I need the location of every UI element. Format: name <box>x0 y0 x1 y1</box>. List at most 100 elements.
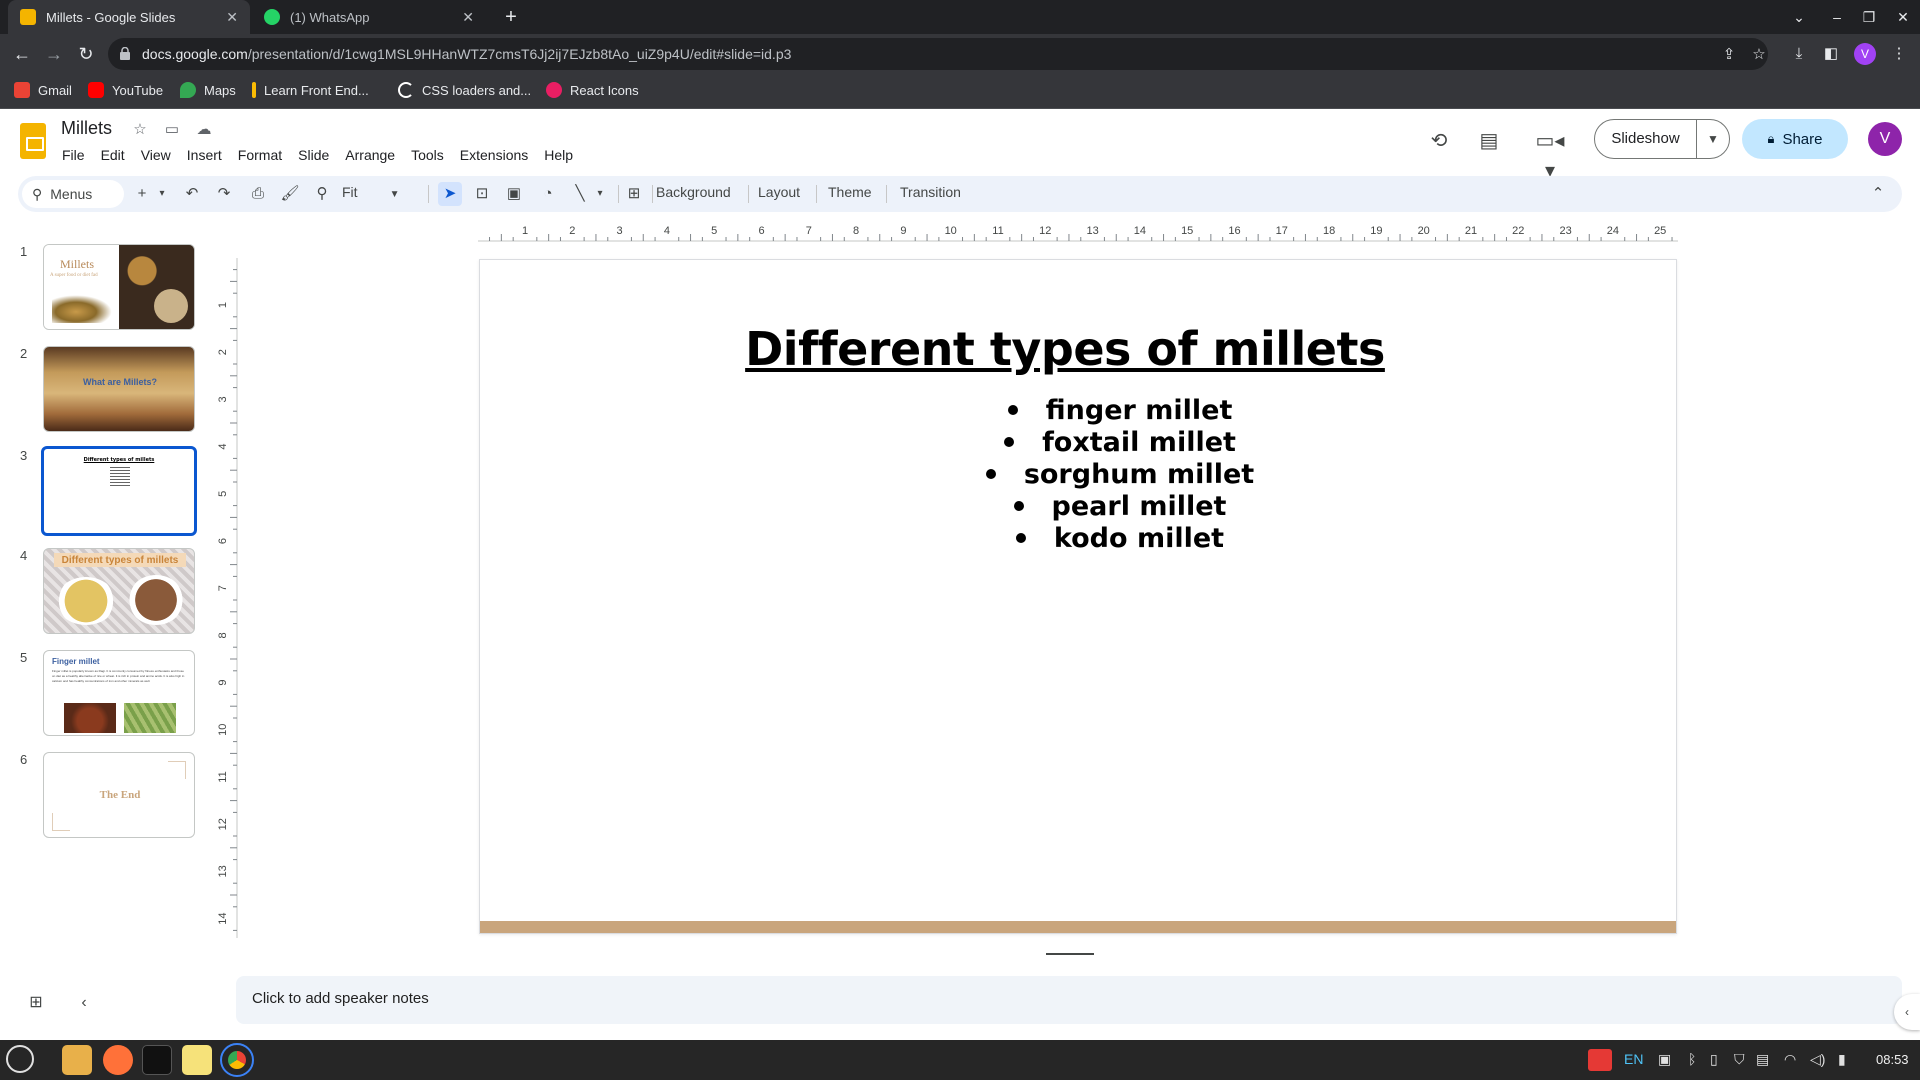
minimize-window-button[interactable]: – <box>1820 0 1854 34</box>
slide-title[interactable]: Different types of millets <box>480 322 1650 376</box>
terminal-icon[interactable] <box>142 1045 172 1075</box>
tab-whatsapp[interactable]: (1) WhatsApp ✕ <box>252 0 486 34</box>
bookmark-react-icons[interactable]: React Icons <box>546 82 639 98</box>
battery-icon[interactable]: ▮ <box>1838 1051 1846 1068</box>
insert-image-icon[interactable]: ▣ <box>502 182 526 206</box>
document-title[interactable]: Millets <box>61 118 112 139</box>
chrome-icon[interactable] <box>220 1043 254 1077</box>
horizontal-ruler[interactable]: 1 2 3 4 5 6 7 8 9 10 11 12 13 14 15 16 17 18 19 20 21 22 23 24 2… <box>478 222 1678 242</box>
slide-thumbnail-4[interactable]: Different types of millets <box>43 548 195 634</box>
menu-help[interactable]: Help <box>536 145 581 165</box>
redo-icon[interactable]: ↷ <box>212 182 236 206</box>
tab-search-chevron-icon[interactable]: ⌄ <box>1782 0 1816 34</box>
zoom-icon[interactable]: ⚲ <box>310 182 334 206</box>
wifi-icon[interactable]: ◠ <box>1784 1051 1796 1068</box>
clipboard-icon[interactable]: ▯ <box>1710 1051 1718 1068</box>
new-slide-dropdown-icon[interactable]: ▾ <box>150 182 174 206</box>
vertical-ruler[interactable]: 1234567891011121314 <box>218 258 238 938</box>
shield-icon[interactable]: ⛉ <box>1734 1051 1745 1068</box>
share-page-icon[interactable]: ⇪ <box>1720 46 1738 64</box>
bookmark-star-icon[interactable]: ☆ <box>1750 46 1768 64</box>
menu-edit[interactable]: Edit <box>93 145 133 165</box>
background-button[interactable]: Background <box>656 184 731 200</box>
theme-button[interactable]: Theme <box>828 184 872 200</box>
forward-button[interactable]: → <box>40 40 68 68</box>
collapse-filmstrip-icon[interactable]: ‹ <box>74 993 94 1013</box>
bluetooth-icon[interactable]: ᛒ <box>1688 1051 1696 1067</box>
tab-google-slides[interactable]: Millets - Google Slides ✕ <box>8 0 250 34</box>
share-button[interactable]: 🔒︎ Share <box>1742 119 1848 159</box>
comments-icon[interactable]: ▤ <box>1474 126 1504 156</box>
account-avatar[interactable]: V <box>1868 122 1902 156</box>
line-dropdown-icon[interactable]: ▾ <box>588 182 612 206</box>
paint-format-icon[interactable]: 🖌︎ <box>278 182 302 206</box>
menu-file[interactable]: File <box>54 145 93 165</box>
transition-button[interactable]: Transition <box>900 184 961 200</box>
speaker-notes[interactable]: Click to add speaker notes <box>236 976 1902 1024</box>
restore-window-button[interactable]: ❐ <box>1852 0 1886 34</box>
version-history-icon[interactable]: ⟲ <box>1424 126 1454 156</box>
add-comment-icon[interactable]: ⊞ <box>622 182 646 206</box>
bookmark-css-loaders[interactable]: CSS loaders and... <box>398 82 531 98</box>
notifications-icon[interactable]: ▤ <box>1756 1051 1769 1068</box>
undo-icon[interactable]: ↶ <box>180 182 204 206</box>
slides-logo-icon[interactable] <box>20 123 46 159</box>
bookmark-learn-front-end[interactable]: Learn Front End... <box>252 82 369 98</box>
menu-arrange[interactable]: Arrange <box>337 145 403 165</box>
menu-slide[interactable]: Slide <box>290 145 337 165</box>
grid-view-icon[interactable]: ⊞ <box>26 993 46 1013</box>
notes-resize-handle[interactable] <box>1046 953 1094 955</box>
menu-tools[interactable]: Tools <box>403 145 452 165</box>
slide-canvas[interactable]: Different types of millets finger millet… <box>479 259 1677 934</box>
keyboard-language[interactable]: EN <box>1624 1051 1643 1067</box>
volume-icon[interactable]: ◁) <box>1810 1051 1825 1068</box>
text-box-icon[interactable]: ⊡ <box>470 182 494 206</box>
anydesk-tray-icon[interactable] <box>1588 1049 1612 1071</box>
bookmark-youtube[interactable]: YouTube <box>88 82 163 98</box>
menu-view[interactable]: View <box>133 145 179 165</box>
back-button[interactable]: ← <box>8 40 36 68</box>
new-tab-button[interactable]: + <box>498 4 524 30</box>
bookmark-maps[interactable]: Maps <box>180 82 236 98</box>
slide-thumbnail-6[interactable]: The End <box>43 752 195 838</box>
close-tab-icon[interactable]: ✕ <box>462 9 474 26</box>
downloads-icon[interactable]: ⤓ <box>1790 45 1808 63</box>
layout-button[interactable]: Layout <box>758 184 800 200</box>
slideshow-button[interactable]: Slideshow ▼ <box>1594 119 1730 159</box>
slideshow-dropdown-icon[interactable]: ▼ <box>1697 120 1729 158</box>
reload-button[interactable]: ↻ <box>72 40 100 68</box>
slide-thumbnail-5[interactable]: Finger millet Finger millet is popularly… <box>43 650 195 736</box>
slide-thumbnail-2[interactable]: What are Millets? <box>43 346 195 432</box>
bookmark-gmail[interactable]: Gmail <box>14 82 72 98</box>
slide-thumbnail-3[interactable]: Different types of millets <box>41 446 197 536</box>
profile-avatar[interactable]: V <box>1854 43 1876 65</box>
print-icon[interactable]: ⎙ <box>246 182 270 206</box>
notes-app-icon[interactable] <box>182 1045 212 1075</box>
star-icon[interactable]: ☆ <box>130 120 150 140</box>
shape-icon[interactable]: ◔ <box>536 182 560 206</box>
address-bar[interactable]: docs.google.com/presentation/d/1cwg1MSL9… <box>108 38 1768 70</box>
display-tray-icon[interactable]: ▣ <box>1658 1051 1671 1068</box>
bullet-list[interactable]: finger millet foxtail millet sorghum mil… <box>920 395 1320 555</box>
menu-format[interactable]: Format <box>230 145 290 165</box>
clock[interactable]: 08:53 <box>1876 1052 1909 1067</box>
meet-camera-icon[interactable]: ▭◂ ▾ <box>1528 126 1572 182</box>
close-window-button[interactable]: ✕ <box>1886 0 1920 34</box>
slideshow-label[interactable]: Slideshow <box>1595 120 1697 158</box>
side-panel-toggle-icon[interactable]: ‹ <box>1894 994 1920 1030</box>
firefox-icon[interactable] <box>103 1045 133 1075</box>
menu-insert[interactable]: Insert <box>179 145 230 165</box>
collapse-toolbar-icon[interactable]: ⌃ <box>1866 182 1890 206</box>
search-menus-input[interactable]: ⚲ Menus <box>22 180 124 208</box>
side-panel-icon[interactable]: ◧ <box>1822 45 1840 63</box>
cloud-saved-icon[interactable]: ☁ <box>194 120 214 140</box>
zoom-select[interactable]: Fit ▼ <box>342 184 399 200</box>
move-folder-icon[interactable]: ▭ <box>162 120 182 140</box>
close-tab-icon[interactable]: ✕ <box>226 9 238 26</box>
select-cursor-icon[interactable]: ➤ <box>438 182 462 206</box>
files-icon[interactable] <box>62 1045 92 1075</box>
browser-menu-icon[interactable]: ⋮ <box>1890 45 1908 63</box>
menu-extensions[interactable]: Extensions <box>452 145 536 165</box>
mint-menu-icon[interactable] <box>6 1045 34 1073</box>
slide-thumbnail-1[interactable]: Millets A super food or diet fad <box>43 244 195 330</box>
